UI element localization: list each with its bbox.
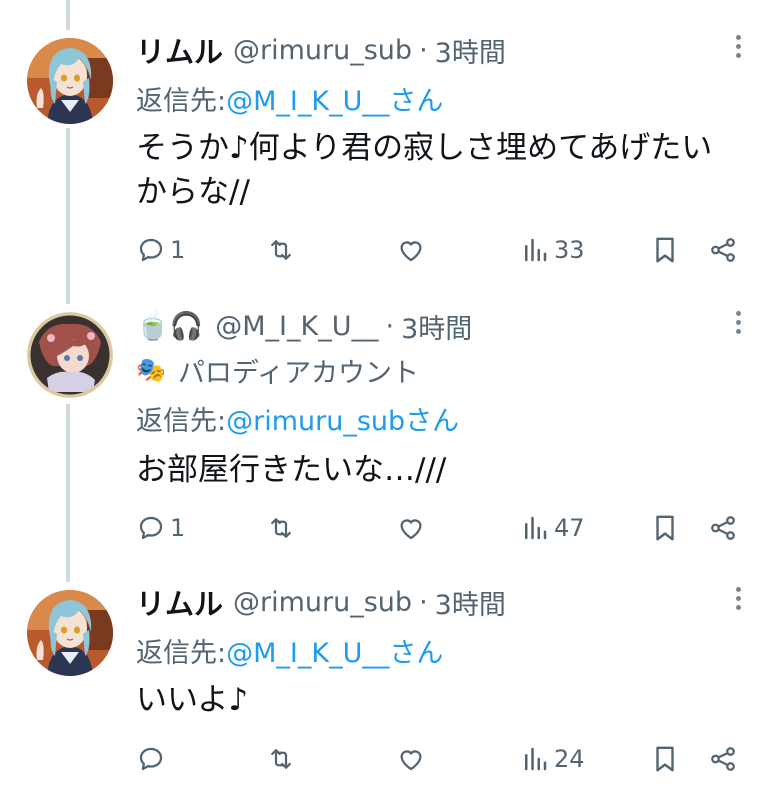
thread-line-top (66, 0, 70, 30)
parody-label-text: パロディアカウント (177, 357, 420, 389)
retweet-button[interactable] (266, 742, 296, 776)
reply-count: 1 (170, 236, 186, 264)
reply-icon (139, 238, 163, 262)
reply-icon (139, 747, 163, 771)
action-bar: 24 (136, 742, 748, 776)
user-handle[interactable]: @rimuru_sub (233, 35, 412, 66)
views-button[interactable]: 33 (520, 233, 585, 267)
tweet-header: リムル @rimuru_sub · 3時間 (136, 582, 506, 622)
reply-to-prefix: 返信先: (136, 405, 227, 437)
like-button[interactable] (396, 511, 426, 545)
avatar-miku[interactable] (27, 312, 113, 398)
tweet-text-line: いいよ♪ (136, 682, 249, 718)
share-icon (711, 747, 735, 771)
reply-button[interactable]: 1 (136, 511, 185, 545)
views-icon (525, 516, 547, 540)
bookmark-icon (656, 237, 674, 263)
share-icon (711, 238, 735, 262)
user-handle[interactable]: @rimuru_sub (233, 587, 412, 618)
avatar-rimuru[interactable] (27, 590, 113, 676)
tweet-text: お部屋行きたいな…/// (136, 448, 746, 492)
tweet-1[interactable]: リムル @rimuru_sub · 3時間 返信先: @M_I_K_U__さん … (0, 30, 782, 280)
reply-to-link[interactable]: @M_I_K_U__さん (226, 79, 443, 118)
tweet-2[interactable]: 🍵🎧 @M_I_K_U__ · 3時間 🎭 パロディアカウント 返信先: @ri… (0, 306, 782, 556)
separator-dot: · (385, 310, 395, 342)
parody-mask-icon: 🎭 (136, 356, 166, 384)
timestamp[interactable]: 3時間 (435, 583, 506, 622)
share-button[interactable] (708, 742, 738, 776)
views-count: 33 (554, 236, 585, 264)
reply-to-link[interactable]: @M_I_K_U__さん (226, 631, 443, 670)
user-handle[interactable]: @M_I_K_U__ (215, 311, 378, 342)
reply-count: 1 (170, 514, 186, 542)
share-button[interactable] (708, 233, 738, 267)
tweet-header: 🍵🎧 @M_I_K_U__ · 3時間 (136, 306, 472, 346)
retweet-icon (271, 749, 291, 769)
retweet-button[interactable] (266, 511, 296, 545)
avatar-rimuru[interactable] (27, 38, 113, 124)
share-icon (711, 516, 735, 540)
reply-to: 返信先: @rimuru_subさん (136, 398, 459, 438)
retweet-icon (271, 518, 291, 538)
views-count: 47 (554, 514, 585, 542)
like-icon (400, 750, 422, 771)
bookmark-icon (656, 746, 674, 772)
views-button[interactable]: 47 (520, 511, 585, 545)
views-count: 24 (554, 745, 585, 773)
like-icon (400, 241, 422, 262)
reply-icon (139, 516, 163, 540)
retweet-icon (271, 240, 291, 260)
retweet-button[interactable] (266, 233, 296, 267)
views-icon (525, 238, 547, 262)
more-icon[interactable] (732, 584, 744, 618)
tweet-text-line: お部屋行きたいな…/// (136, 452, 447, 488)
bookmark-button[interactable] (650, 742, 680, 776)
bookmark-button[interactable] (650, 511, 680, 545)
reply-to: 返信先: @M_I_K_U__さん (136, 630, 443, 670)
more-icon[interactable] (732, 308, 744, 342)
timestamp[interactable]: 3時間 (401, 307, 472, 346)
action-bar: 1 33 (136, 233, 748, 267)
more-icon[interactable] (732, 32, 744, 66)
tweet-header: リムル @rimuru_sub · 3時間 (136, 30, 506, 70)
like-icon (400, 519, 422, 540)
separator-dot: · (419, 34, 428, 66)
views-button[interactable]: 24 (520, 742, 585, 776)
bookmark-button[interactable] (650, 233, 680, 267)
display-name-emoji[interactable]: 🍵🎧 (136, 310, 203, 342)
like-button[interactable] (396, 742, 426, 776)
reply-to-prefix: 返信先: (136, 637, 227, 669)
tweet-text-line: からな// (136, 174, 250, 210)
bookmark-icon (656, 515, 674, 541)
display-name[interactable]: リムル (136, 581, 223, 623)
parody-label: 🎭 パロディアカウント (136, 350, 419, 390)
action-bar: 1 47 (136, 511, 748, 545)
timestamp[interactable]: 3時間 (435, 31, 506, 70)
tweet-text: そうか♪何より君の寂しさ埋めてあげたい からな// (136, 126, 746, 214)
tweet-text-line: そうか♪何より君の寂しさ埋めてあげたい (136, 130, 713, 166)
share-button[interactable] (708, 511, 738, 545)
reply-to-link[interactable]: @rimuru_subさん (226, 399, 459, 438)
separator-dot: · (419, 586, 428, 618)
reply-to: 返信先: @M_I_K_U__さん (136, 78, 443, 118)
like-button[interactable] (396, 233, 426, 267)
tweet-text: いいよ♪ (136, 678, 746, 722)
display-name[interactable]: リムル (136, 29, 223, 71)
views-icon (525, 747, 547, 771)
reply-button[interactable]: 1 (136, 233, 185, 267)
reply-button[interactable] (136, 742, 170, 776)
tweet-3[interactable]: リムル @rimuru_sub · 3時間 返信先: @M_I_K_U__さん … (0, 582, 782, 792)
reply-to-prefix: 返信先: (136, 85, 227, 117)
